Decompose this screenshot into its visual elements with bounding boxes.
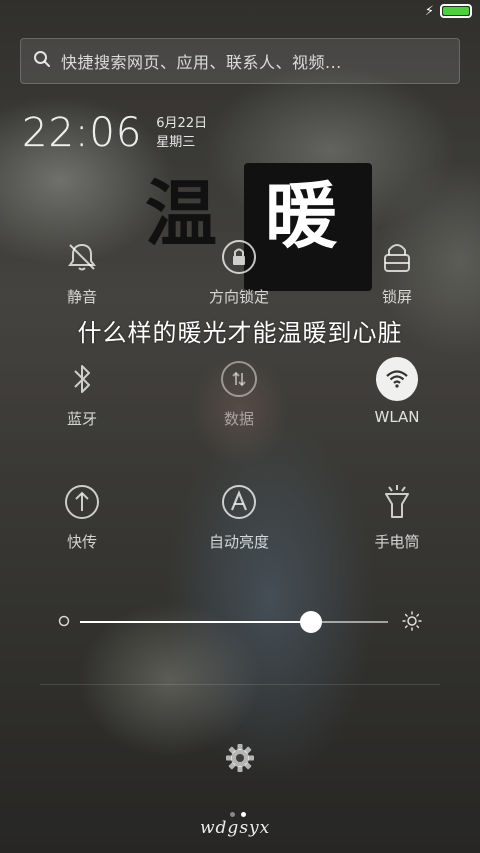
clock-date: 6月22日 bbox=[156, 116, 208, 131]
brightness-low-icon bbox=[58, 615, 70, 627]
toggle-rotation-lock[interactable]: 方向锁定 bbox=[179, 236, 299, 307]
toggle-bluetooth[interactable]: 蓝牙 bbox=[22, 358, 142, 429]
search-placeholder: 快捷搜索网页、应用、联系人、视频... bbox=[61, 53, 342, 72]
toggle-auto-brightness[interactable]: 自动亮度 bbox=[179, 481, 299, 552]
overlay-subtitle: 什么样的暖光才能温暖到心脏 bbox=[77, 319, 403, 347]
divider bbox=[40, 684, 440, 685]
toggle-label: 数据 bbox=[223, 410, 254, 428]
clock-widget[interactable]: 22:06 6月22日 星期三 bbox=[22, 110, 207, 156]
mobile-data-icon bbox=[218, 358, 260, 400]
search-bar[interactable]: 快捷搜索网页、应用、联系人、视频... bbox=[20, 38, 460, 84]
status-bar: ⚡ bbox=[425, 4, 472, 18]
toggle-label: 手电筒 bbox=[374, 533, 420, 551]
page-dot bbox=[230, 812, 235, 817]
watermark-text: wdgsyx bbox=[200, 818, 271, 838]
clock-date-block: 6月22日 星期三 bbox=[156, 114, 207, 152]
toggle-label: WLAN bbox=[374, 408, 420, 426]
search-icon bbox=[33, 50, 51, 72]
toggle-flashlight[interactable]: 手电筒 bbox=[337, 481, 457, 552]
battery-icon bbox=[440, 4, 472, 18]
bluetooth-icon bbox=[61, 358, 103, 400]
lock-icon bbox=[376, 236, 418, 278]
flashlight-icon bbox=[376, 481, 418, 523]
toggle-label: 方向锁定 bbox=[208, 288, 269, 306]
page-dot-active bbox=[241, 812, 246, 817]
lightning-bolt-icon: ⚡ bbox=[424, 3, 434, 19]
toggle-lock-screen[interactable]: 锁屏 bbox=[337, 236, 457, 307]
toggle-quick-transfer[interactable]: 快传 bbox=[22, 481, 142, 552]
rotation-lock-icon bbox=[218, 236, 260, 278]
page-indicator bbox=[230, 812, 246, 817]
brightness-track[interactable] bbox=[80, 621, 388, 623]
brightness-level bbox=[80, 621, 311, 623]
brightness-knob[interactable] bbox=[300, 611, 322, 633]
toggle-mobile-data[interactable]: 数据 bbox=[179, 358, 299, 429]
toggle-label: 静音 bbox=[66, 288, 97, 306]
toggle-label: 自动亮度 bbox=[208, 533, 269, 551]
brightness-slider[interactable] bbox=[58, 606, 428, 636]
bell-muted-icon bbox=[61, 236, 103, 278]
toggle-silent[interactable]: 静音 bbox=[22, 236, 142, 307]
toggle-wlan[interactable]: WLAN bbox=[337, 357, 457, 426]
gear-icon[interactable] bbox=[224, 742, 256, 774]
clock-time: 22:06 bbox=[22, 110, 143, 156]
upload-arrow-icon bbox=[61, 481, 103, 523]
toggle-label: 锁屏 bbox=[381, 288, 412, 306]
toggle-label: 蓝牙 bbox=[66, 410, 97, 428]
wifi-icon bbox=[376, 357, 418, 401]
auto-brightness-icon bbox=[218, 481, 260, 523]
clock-weekday: 星期三 bbox=[156, 135, 196, 150]
brightness-high-icon bbox=[402, 611, 422, 631]
toggle-label: 快传 bbox=[66, 533, 97, 551]
battery-fill bbox=[443, 7, 469, 15]
